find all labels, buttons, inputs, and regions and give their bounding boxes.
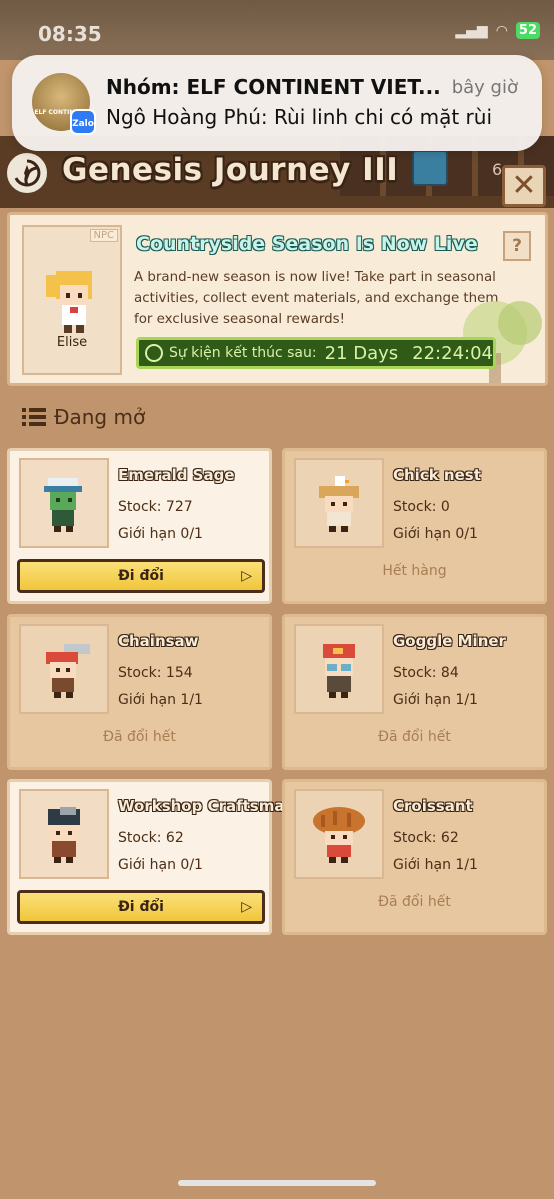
card-name: Emerald Sage — [118, 466, 235, 484]
exchange-card[interactable]: Goggle Miner Stock: 84 Giới hạn 1/1 Đã đ… — [282, 614, 547, 770]
npc-name: Elise — [56, 335, 88, 350]
card-limit: Giới hạn 0/1 — [118, 526, 203, 542]
workshop-craftsman-icon — [48, 807, 80, 863]
card-status: Hết hàng — [382, 563, 447, 579]
section-header: Đang mở — [22, 405, 145, 429]
timer-clock: 22:24:04 — [412, 342, 493, 364]
card-name: Workshop Craftsman — [118, 797, 296, 815]
clock-icon — [145, 344, 163, 362]
status-icons: ▂▄▆ ◠ 52 — [455, 22, 540, 39]
leaf-icon — [412, 150, 448, 186]
status-time: 08:35 — [38, 22, 102, 46]
help-icon: ? — [512, 236, 522, 256]
croissant-icon — [313, 807, 365, 863]
card-portrait — [294, 789, 384, 879]
card-stock: Stock: 0 — [393, 499, 450, 515]
card-status: Đã đổi hết — [103, 729, 176, 745]
card-portrait — [294, 624, 384, 714]
card-stock: Stock: 154 — [118, 665, 193, 681]
card-stock: Stock: 84 — [393, 665, 459, 681]
close-button[interactable]: ✕ — [502, 165, 546, 207]
wifi-icon: ◠ — [495, 22, 508, 39]
header-count: 6 — [492, 160, 503, 179]
exchange-button-label: Đi đổi — [118, 899, 164, 915]
goggle-miner-icon — [323, 644, 355, 698]
section-title: Đang mở — [54, 405, 146, 429]
card-portrait — [19, 789, 109, 879]
card-limit: Giới hạn 1/1 — [393, 857, 478, 873]
exchange-card[interactable]: Chainsaw Stock: 154 Giới hạn 1/1 Đã đổi … — [7, 614, 272, 770]
exchange-card[interactable]: Croissant Stock: 62 Giới hạn 1/1 Đã đổi … — [282, 779, 547, 935]
exchange-button[interactable]: Đi đổi ▷ — [17, 559, 265, 593]
card-portrait — [294, 458, 384, 548]
notification-time: bây giờ — [451, 77, 518, 98]
npc-portrait: NPC Elise — [22, 225, 122, 375]
card-limit: Giới hạn 1/1 — [118, 692, 203, 708]
card-status: Đã đổi hết — [378, 729, 451, 745]
card-stock: Stock: 62 — [118, 830, 184, 846]
help-button[interactable]: ? — [503, 231, 531, 261]
card-limit: Giới hạn 0/1 — [118, 857, 203, 873]
event-banner: NPC Elise Countryside Season Is Now Live… — [7, 212, 548, 386]
timer-days: 21 Days — [324, 342, 399, 364]
card-status: Đã đổi hết — [378, 894, 451, 910]
card-limit: Giới hạn 0/1 — [393, 526, 478, 542]
event-title: Countryside Season Is Now Live — [136, 233, 478, 255]
card-name: Goggle Miner — [393, 632, 506, 650]
play-arrow-icon: ▷ — [241, 568, 252, 584]
battery-icon: 52 — [515, 22, 540, 39]
chainsaw-icon — [46, 644, 90, 698]
card-portrait — [19, 458, 109, 548]
exchange-card[interactable]: Emerald Sage Stock: 727 Giới hạn 0/1 Đi … — [7, 448, 272, 604]
npc-sprite-icon — [46, 271, 92, 333]
chick-nest-icon — [319, 476, 359, 532]
push-notification[interactable]: ELF CONTINENT Zalo Nhóm: ELF CONTINENT V… — [12, 55, 542, 151]
event-logo-icon — [4, 150, 50, 196]
card-stock: Stock: 727 — [118, 499, 193, 515]
notification-body: Ngô Hoàng Phú: Rùi linh chi có mặt rùi — [106, 105, 492, 129]
exchange-card[interactable]: Workshop Craftsman Stock: 62 Giới hạn 0/… — [7, 779, 295, 935]
timer-label: Sự kiện kết thúc sau: — [168, 345, 317, 361]
card-stock: Stock: 62 — [393, 830, 459, 846]
exchange-button-label: Đi đổi — [118, 568, 164, 584]
card-name: Croissant — [393, 797, 473, 815]
card-name: Chick nest — [393, 466, 481, 484]
zalo-app-icon: Zalo — [70, 109, 96, 135]
home-indicator[interactable] — [178, 1180, 376, 1186]
npc-tag: NPC — [89, 229, 118, 242]
list-icon — [22, 408, 46, 426]
status-bar: 08:35 ▂▄▆ ◠ 52 — [0, 0, 554, 60]
notification-title: Nhóm: ELF CONTINENT VIET... — [106, 75, 441, 99]
exchange-button[interactable]: Đi đổi ▷ — [17, 890, 265, 924]
play-arrow-icon: ▷ — [241, 899, 252, 915]
exchange-card[interactable]: Chick nest Stock: 0 Giới hạn 0/1 Hết hàn… — [282, 448, 547, 604]
close-icon: ✕ — [511, 168, 537, 203]
emerald-sage-icon — [44, 478, 82, 532]
event-timer: Sự kiện kết thúc sau: 21 Days 22:24:04 — [136, 337, 496, 369]
card-name: Chainsaw — [118, 632, 199, 650]
card-portrait — [19, 624, 109, 714]
signal-icon: ▂▄▆ — [455, 22, 488, 39]
page-title: Genesis Journey III — [62, 152, 399, 188]
card-limit: Giới hạn 1/1 — [393, 692, 478, 708]
